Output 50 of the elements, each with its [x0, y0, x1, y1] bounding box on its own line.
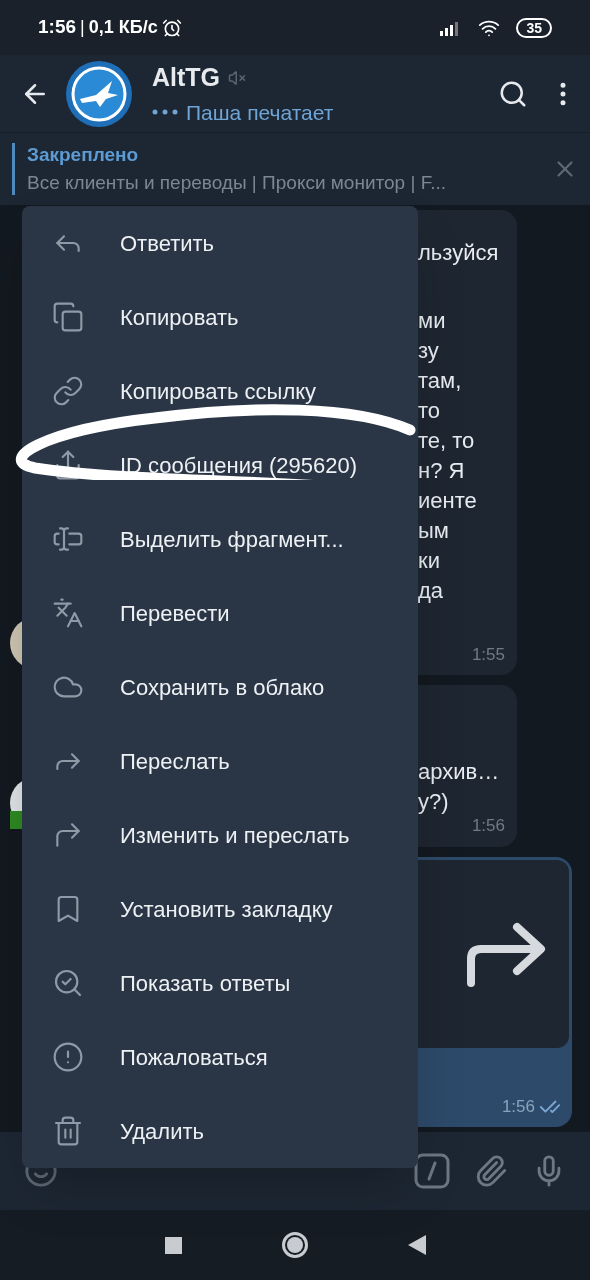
message-text: те, то — [418, 427, 476, 455]
back-nav-button[interactable] — [407, 1235, 426, 1255]
menu-item[interactable]: Копировать — [22, 280, 418, 354]
copy-icon — [52, 301, 84, 333]
message-time: 1:56 — [471, 815, 505, 837]
message-text: ми — [418, 307, 447, 335]
menu-item[interactable]: Пожаловаться — [22, 1020, 418, 1094]
status-separator: | — [80, 16, 85, 39]
menu-item[interactable]: Сохранить в облако — [22, 650, 418, 724]
message-text: н? Я — [418, 457, 466, 485]
message-text: ым — [418, 517, 450, 545]
message-text: ки — [418, 547, 441, 575]
menu-item[interactable]: Изменить и переслать — [22, 798, 418, 872]
menu-item[interactable]: Переслать — [22, 724, 418, 798]
bot-commands-button[interactable] — [414, 1153, 450, 1189]
pinned-message[interactable]: Все клиенты и переводы | Прокси монитор | F... — [27, 169, 552, 198]
message-text: у?) — [418, 788, 450, 816]
message-text: иенте — [418, 487, 478, 515]
battery-icon: 35 — [516, 17, 552, 38]
pinned-title: Закреплено — [27, 142, 140, 167]
alarm-icon — [161, 17, 182, 38]
menu-item[interactable]: Показать ответы — [22, 946, 418, 1020]
status-time: 1:56 — [38, 15, 77, 40]
message-text: там, — [418, 367, 463, 395]
menu-item[interactable]: Перевести — [22, 576, 418, 650]
attach-button[interactable] — [474, 1154, 508, 1188]
menu-item[interactable]: Ответить — [22, 206, 418, 280]
typing-dots-icon — [152, 109, 178, 116]
message-time: 1:56 — [501, 1096, 535, 1118]
menu-item[interactable]: Установить закладку — [22, 872, 418, 946]
menu-item[interactable]: Удалить — [22, 1094, 418, 1168]
home-button[interactable] — [281, 1232, 308, 1258]
link-icon — [52, 375, 84, 407]
message-text: зу — [418, 337, 440, 365]
message-text: льзуйся — [418, 239, 500, 267]
message-text: архив… — [418, 758, 501, 786]
menu-item[interactable]: Выделить фрагмент... — [22, 502, 418, 576]
translate-icon — [52, 597, 84, 629]
menu-item[interactable]: Копировать ссылку — [22, 354, 418, 428]
trash-icon — [52, 1115, 84, 1147]
message-text: да — [418, 577, 445, 605]
message-text: то — [418, 397, 442, 425]
search-icon — [52, 967, 84, 999]
network-speed: 0,1 КБ/с — [88, 16, 158, 39]
typing-status: Паша печатает — [186, 99, 334, 126]
group-avatar[interactable] — [66, 60, 132, 127]
alert-icon — [52, 1041, 84, 1073]
recents-button[interactable] — [164, 1236, 182, 1254]
chat-title: AltTG — [152, 62, 221, 93]
message-time: 1:55 — [471, 643, 505, 666]
